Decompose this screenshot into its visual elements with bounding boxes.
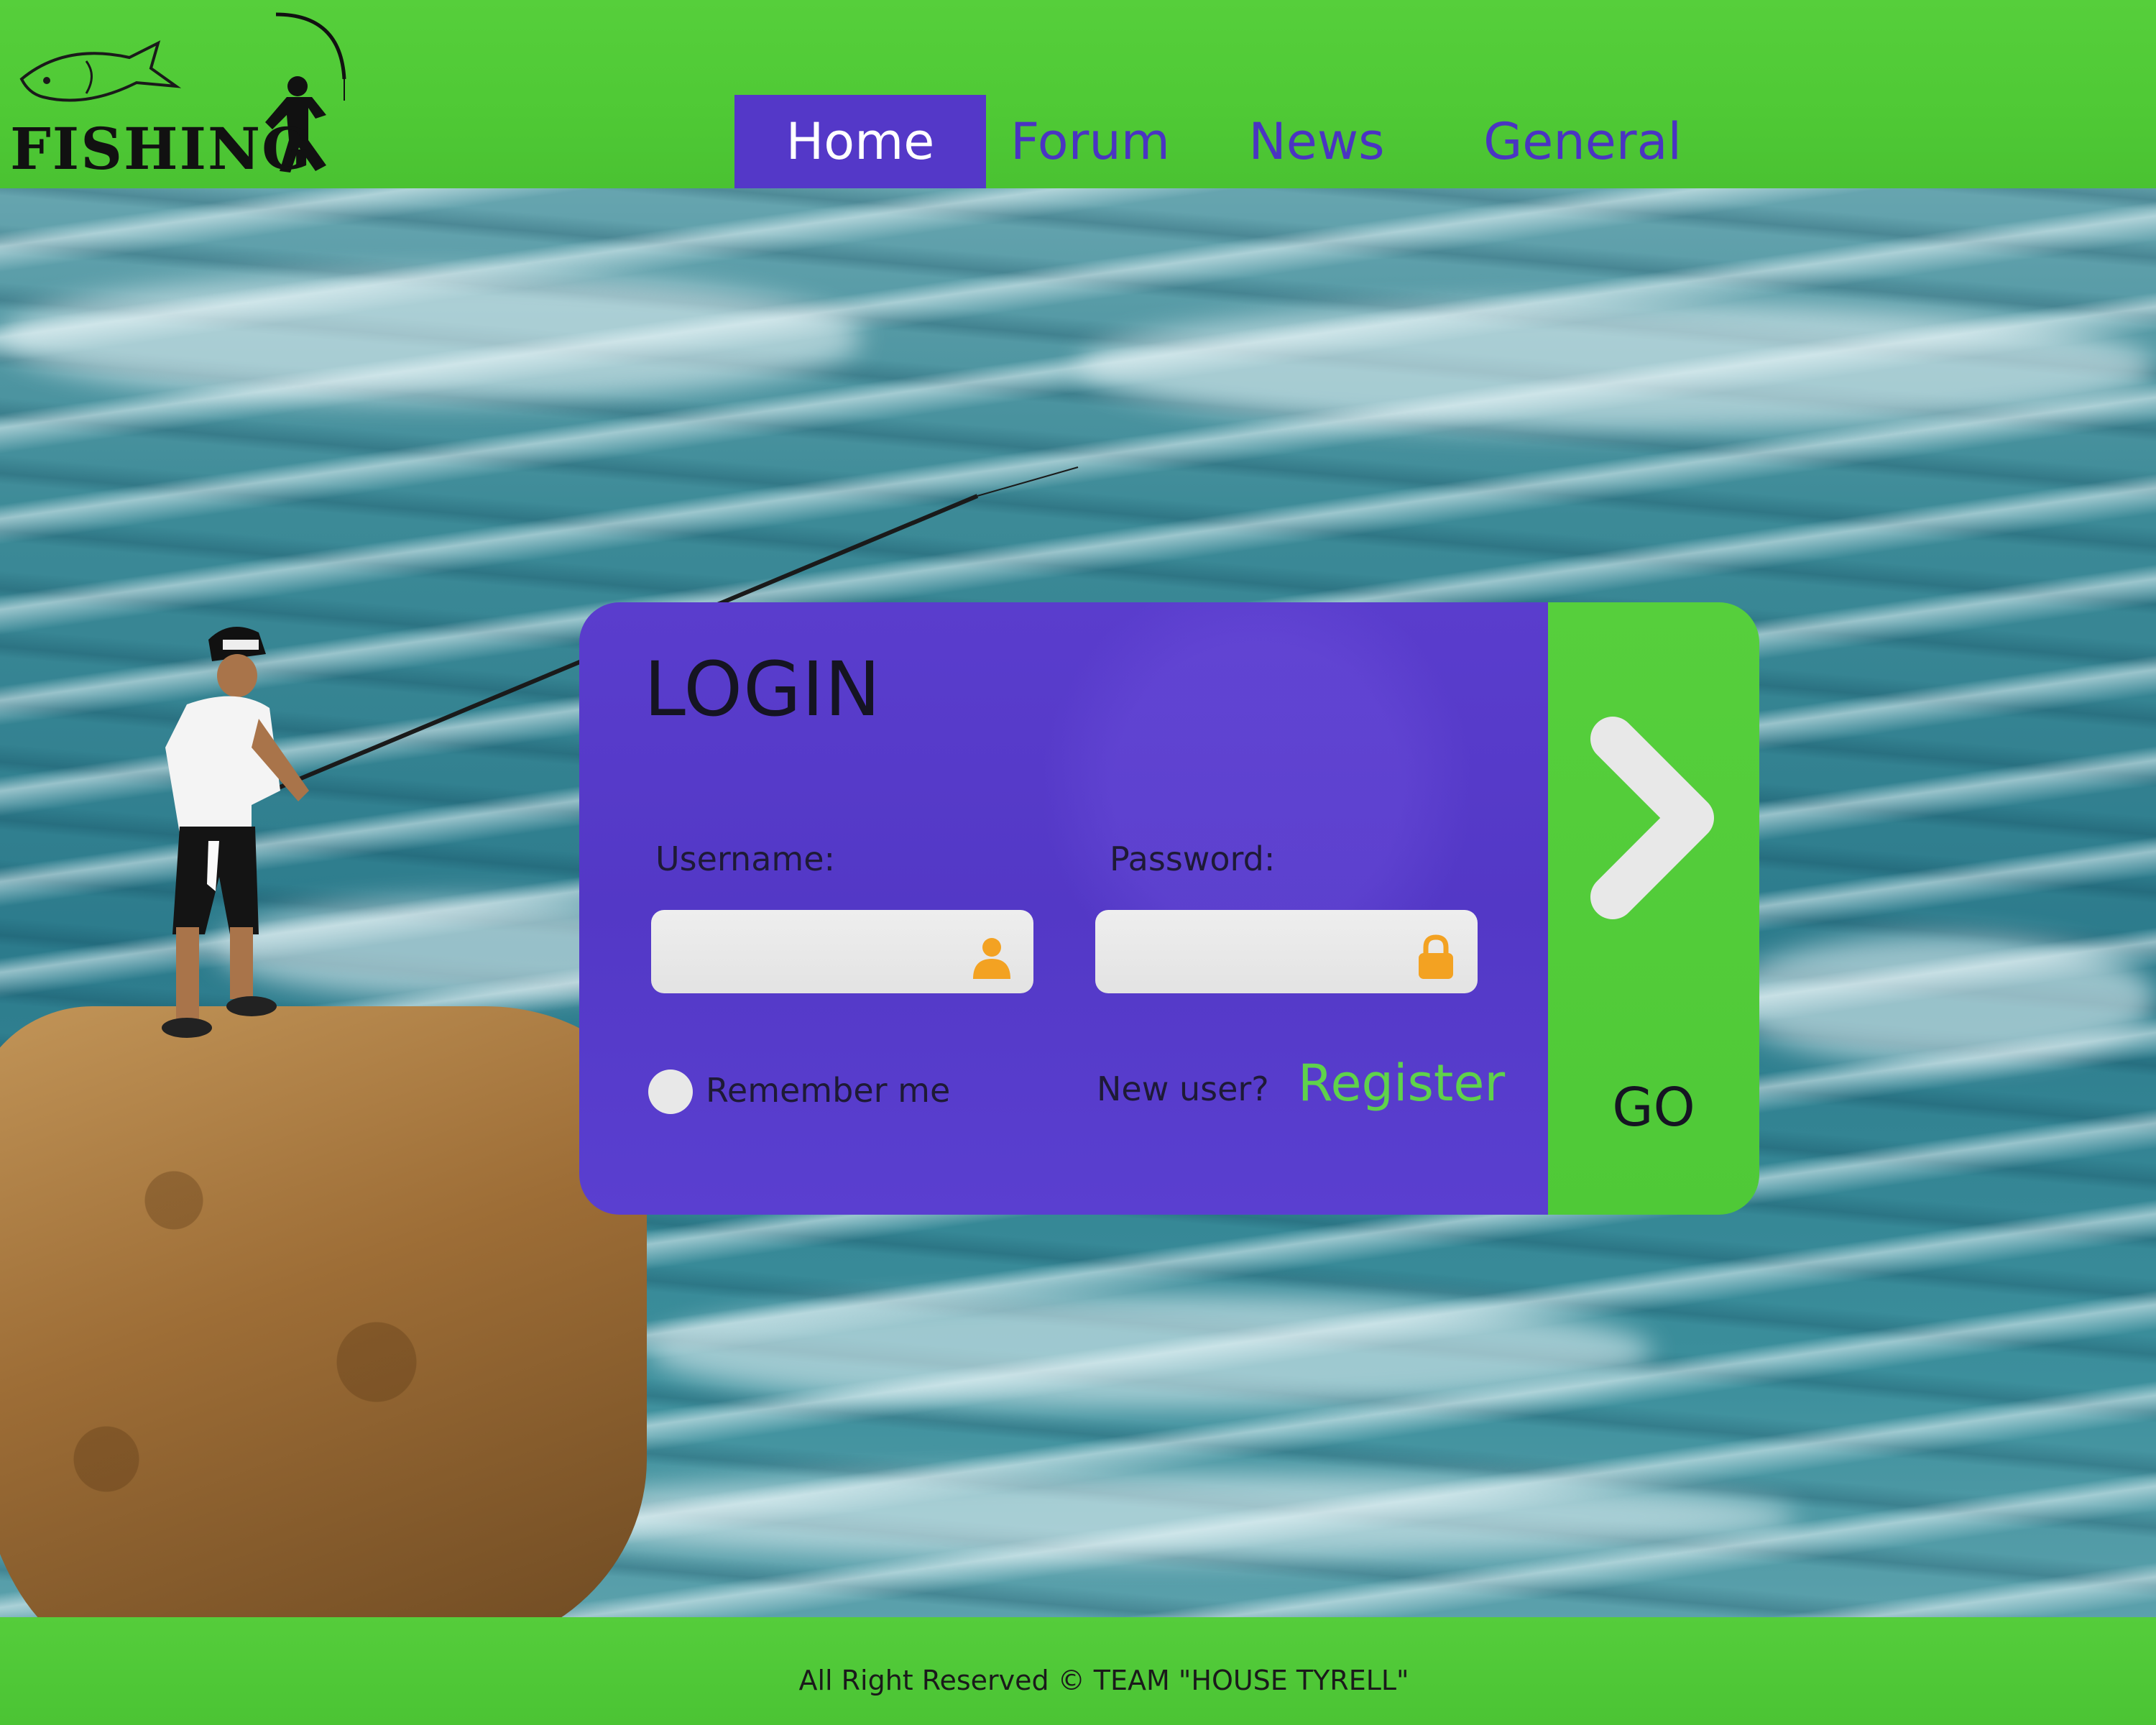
fisherman-figure [162, 627, 309, 1038]
page: FISHING Home Forum News General LOGIN Us… [0, 0, 2156, 1725]
chevron-right-icon [1590, 717, 1714, 919]
fish-icon [19, 40, 182, 102]
login-title: LOGIN [644, 645, 882, 733]
wave-foam [1078, 302, 2156, 431]
password-label: Password: [1110, 840, 1276, 878]
lock-icon [1419, 934, 1453, 979]
login-form: LOGIN Username: Password: Remember me Ne… [579, 602, 1548, 1215]
remember-me-label: Remember me [706, 1071, 951, 1110]
login-card: LOGIN Username: Password: Remember me Ne… [579, 602, 1759, 1215]
new-user-label: New user? [1097, 1070, 1269, 1108]
wave-foam [503, 1473, 1797, 1560]
wave-foam [1725, 934, 2156, 1064]
rock-outcrop [0, 1006, 647, 1653]
wave-foam [0, 273, 862, 402]
remember-me-radio[interactable] [648, 1070, 693, 1114]
nav-news[interactable]: News [1194, 95, 1439, 188]
nav-forum[interactable]: Forum [986, 95, 1194, 188]
nav-general[interactable]: General [1439, 95, 1726, 188]
header-bar: FISHING Home Forum News General [0, 0, 2156, 188]
footer-copyright: All Right Reserved © TEAM "HOUSE TYRELL" [798, 1665, 1409, 1696]
go-label: GO [1612, 1077, 1695, 1138]
go-button[interactable]: GO [1548, 602, 1759, 1215]
user-icon [973, 938, 1010, 979]
logo-text: FISHING [10, 115, 313, 183]
main-nav: Home Forum News General [734, 95, 1726, 188]
register-link[interactable]: Register [1298, 1054, 1505, 1113]
nav-home[interactable]: Home [734, 95, 986, 188]
site-logo[interactable]: FISHING [10, 7, 348, 187]
wave-foam [647, 1294, 1653, 1409]
username-label: Username: [655, 840, 835, 878]
footer-bar: All Right Reserved © TEAM "HOUSE TYRELL" [0, 1617, 2156, 1725]
